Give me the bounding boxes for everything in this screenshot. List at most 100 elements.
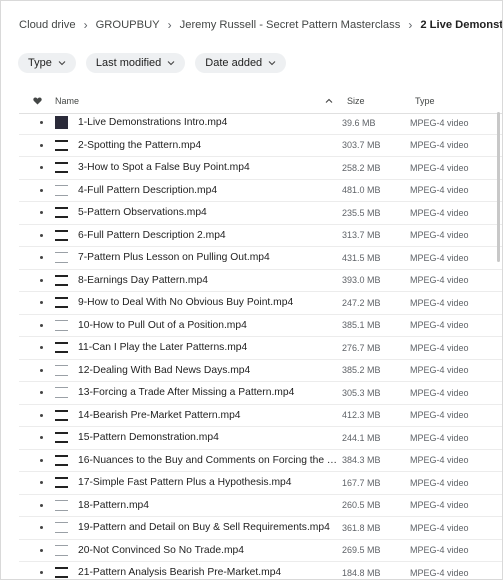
file-name[interactable]: 5-Pattern Observations.mp4: [78, 207, 342, 218]
bullet-icon: [40, 166, 43, 170]
bullet-icon: [40, 346, 43, 350]
file-name[interactable]: 2-Spotting the Pattern.mp4: [78, 140, 342, 151]
file-name[interactable]: 14-Bearish Pre-Market Pattern.mp4: [78, 410, 342, 421]
file-size: 361.8 MB: [342, 522, 381, 533]
filter-type-button[interactable]: Type: [18, 53, 76, 73]
file-type: MPEG-4 video: [410, 410, 469, 421]
breadcrumb-cloud-drive[interactable]: Cloud drive: [19, 19, 76, 31]
file-name[interactable]: 15-Pattern Demonstration.mp4: [78, 432, 342, 443]
file-row[interactable]: 7-Pattern Plus Lesson on Pulling Out.mp4…: [19, 247, 502, 270]
file-name[interactable]: 3-How to Spot a False Buy Point.mp4: [78, 162, 342, 173]
file-row[interactable]: 13-Forcing a Trade After Missing a Patte…: [19, 382, 502, 405]
sort-ascending-icon[interactable]: [325, 97, 333, 105]
file-row[interactable]: 11-Can I Play the Later Patterns.mp4 276.…: [19, 337, 502, 360]
file-name[interactable]: 21-Pattern Analysis Bearish Pre-Market.m…: [78, 567, 342, 578]
list-header: Name Size Type: [19, 89, 502, 114]
thumbnail-bar: [55, 397, 68, 399]
file-name[interactable]: 11-Can I Play the Later Patterns.mp4: [78, 342, 342, 353]
file-row[interactable]: 19-Pattern and Detail on Buy & Sell Requ…: [19, 517, 502, 540]
file-size: 244.1 MB: [342, 432, 381, 443]
thumbnail-bar: [55, 364, 68, 366]
file-name[interactable]: 6-Full Pattern Description 2.mp4: [78, 230, 342, 241]
bullet-icon: [40, 503, 43, 507]
file-name[interactable]: 13-Forcing a Trade After Missing a Patte…: [78, 387, 342, 398]
file-browser: Cloud drive › GROUPBUY › Jeremy Russell …: [0, 0, 503, 580]
file-name[interactable]: 7-Pattern Plus Lesson on Pulling Out.mp4: [78, 252, 342, 263]
file-row[interactable]: 6-Full Pattern Description 2.mp4 313.7 MB…: [19, 225, 502, 247]
file-row[interactable]: 16-Nuances to the Buy and Comments on Fo…: [19, 450, 502, 472]
file-row[interactable]: 2-Spotting the Pattern.mp4 303.7 MB MPEG-4…: [19, 135, 502, 157]
bullet-icon: [40, 188, 43, 192]
thumbnail-bar: [55, 532, 68, 534]
file-row[interactable]: 4-Full Pattern Description.mp4 481.0 MB MP…: [19, 180, 502, 202]
thumbnail-bar: [55, 171, 68, 174]
file-row[interactable]: 18-Pattern.mp4 260.5 MB MPEG-4 video: [19, 495, 502, 517]
breadcrumb-groupbuy[interactable]: GROUPBUY: [96, 19, 160, 31]
file-name[interactable]: 9-How to Deal With No Obvious Buy Point.…: [78, 297, 342, 308]
file-name[interactable]: 12-Dealing With Bad News Days.mp4: [78, 365, 342, 376]
file-name[interactable]: 16-Nuances to the Buy and Comments on Fo…: [78, 455, 342, 466]
file-size: 303.7 MB: [342, 140, 381, 151]
file-row[interactable]: 5-Pattern Observations.mp4 235.5 MB MPEG-4…: [19, 202, 502, 225]
file-row[interactable]: 1-Live Demonstrations Intro.mp4 39.6 MB MP…: [19, 112, 502, 135]
filter-label: Date added: [205, 57, 263, 69]
bullet-icon: [40, 526, 43, 530]
video-thumbnail-icon: [55, 544, 68, 557]
thumbnail-bar: [55, 387, 68, 389]
favourite-column[interactable]: [19, 97, 55, 105]
file-row[interactable]: 21-Pattern Analysis Bearish Pre-Market.m…: [19, 562, 502, 579]
file-row[interactable]: 12-Dealing With Bad News Days.mp4 385.2 M…: [19, 360, 502, 382]
breadcrumb-course[interactable]: Jeremy Russell - Secret Pattern Mastercl…: [180, 19, 401, 31]
scrollbar[interactable]: [497, 112, 500, 262]
file-size: 184.8 MB: [342, 567, 381, 578]
name-column-header[interactable]: Name: [55, 96, 333, 106]
file-name[interactable]: 4-Full Pattern Description.mp4: [78, 185, 342, 196]
file-type: MPEG-4 video: [410, 455, 469, 466]
type-column-header[interactable]: Type: [415, 96, 502, 106]
filter-date-added-button[interactable]: Date added: [195, 53, 287, 73]
file-name[interactable]: 19-Pattern and Detail on Buy & Sell Requ…: [78, 522, 342, 533]
file-row[interactable]: 9-How to Deal With No Obvious Buy Point.…: [19, 292, 502, 315]
name-header-label: Name: [55, 96, 80, 106]
file-row[interactable]: 20-Not Convinced So No Trade.mp4 269.5 MB…: [19, 540, 502, 562]
video-thumbnail-icon: [55, 431, 68, 444]
file-row[interactable]: 3-How to Spot a False Buy Point.mp4 258.2…: [19, 157, 502, 180]
bullet-icon: [40, 256, 43, 260]
video-thumbnail-icon: [55, 566, 68, 579]
file-row[interactable]: 17-Simple Fast Pattern Plus a Hypothesis…: [19, 472, 502, 495]
video-thumbnail-icon: [55, 386, 68, 399]
size-column-header[interactable]: Size: [347, 96, 415, 106]
thumbnail-bar: [55, 522, 68, 524]
file-type: MPEG-4 video: [410, 432, 469, 443]
video-thumbnail-icon: [55, 409, 68, 422]
file-row[interactable]: 14-Bearish Pre-Market Pattern.mp4 412.3 M…: [19, 405, 502, 427]
bullet-icon: [40, 413, 43, 417]
video-thumbnail-icon: [55, 319, 68, 332]
breadcrumb-current-folder[interactable]: 2 Live Demonstrations: [420, 19, 502, 31]
thumbnail-bar: [55, 319, 68, 321]
video-thumbnail-icon: [55, 454, 68, 467]
thumbnail-bar: [55, 184, 68, 186]
video-thumbnail-icon: [55, 521, 68, 534]
chevron-right-icon: ›: [408, 18, 413, 32]
thumbnail-bar: [55, 148, 68, 151]
file-name[interactable]: 20-Not Convinced So No Trade.mp4: [78, 545, 342, 556]
file-name[interactable]: 18-Pattern.mp4: [78, 500, 342, 511]
thumbnail-bar: [55, 342, 68, 345]
filter-last-modified-button[interactable]: Last modified: [85, 53, 186, 73]
bullet-icon: [40, 301, 43, 305]
file-type: MPEG-4 video: [410, 230, 469, 241]
file-name[interactable]: 10-How to Pull Out of a Position.mp4: [78, 320, 342, 331]
file-size: 276.7 MB: [342, 342, 381, 353]
filter-bar: Type Last modified Date added: [18, 53, 287, 73]
file-row[interactable]: 10-How to Pull Out of a Position.mp4 385.…: [19, 315, 502, 337]
file-row[interactable]: 8-Earnings Day Pattern.mp4 393.0 MB MPEG-4…: [19, 270, 502, 292]
file-name[interactable]: 1-Live Demonstrations Intro.mp4: [78, 117, 342, 128]
video-thumbnail-icon: [55, 364, 68, 377]
file-name[interactable]: 8-Earnings Day Pattern.mp4: [78, 275, 342, 286]
video-thumbnail-icon: [55, 251, 68, 264]
file-row[interactable]: 15-Pattern Demonstration.mp4 244.1 MB MPEG…: [19, 427, 502, 450]
file-name[interactable]: 17-Simple Fast Pattern Plus a Hypothesis…: [78, 477, 342, 488]
file-size: 39.6 MB: [342, 117, 376, 128]
file-type: MPEG-4 video: [410, 545, 469, 556]
